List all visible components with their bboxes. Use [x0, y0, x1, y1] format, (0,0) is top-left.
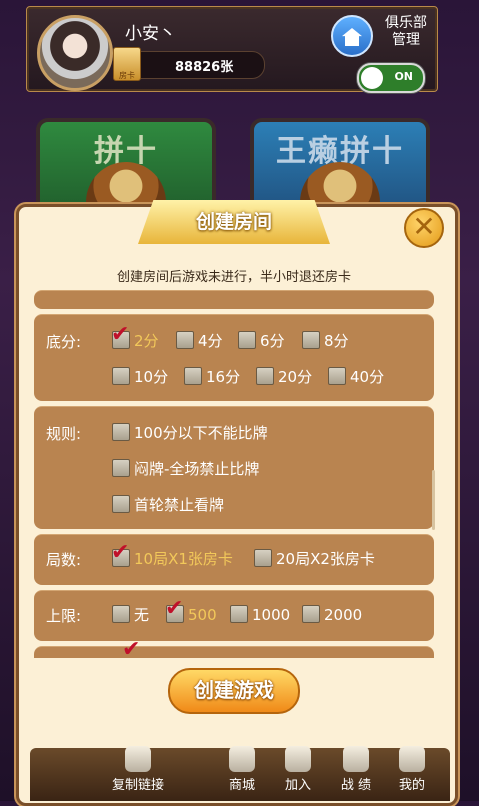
panel-partial-top	[34, 290, 434, 309]
nav-profile[interactable]: 我的	[392, 746, 432, 793]
checkbox[interactable]	[112, 423, 130, 441]
option-rule-no-compare-under-100[interactable]: 100分以下不能比牌	[112, 423, 268, 443]
base-score-label: 底分:	[46, 333, 82, 351]
checkbox[interactable]	[302, 331, 320, 349]
rules-label: 规则:	[46, 425, 82, 443]
checkbox[interactable]	[230, 605, 248, 623]
checkbox[interactable]: ✔	[111, 324, 130, 349]
panel-rules: 规则: 100分以下不能比牌 闷牌-全场禁止比牌 首轮禁止看牌	[34, 406, 434, 529]
option-limit-500[interactable]: ✔ 500	[165, 598, 217, 625]
nav-shop[interactable]: 商城	[222, 746, 262, 793]
room-card-icon: 房卡	[113, 47, 141, 81]
room-card-count: 88826张	[175, 60, 234, 75]
option-score-8[interactable]: 8分	[302, 331, 349, 351]
check-icon: ✔	[111, 540, 130, 565]
user-header: 小安丶 房卡 88826张 俱乐部 管理 ON	[26, 6, 438, 93]
toggle-label: ON	[394, 70, 413, 83]
nav-join[interactable]: 加入	[278, 746, 318, 793]
checkbox[interactable]	[184, 367, 202, 385]
copy-link-icon	[125, 746, 151, 772]
checkbox[interactable]	[254, 549, 272, 567]
options-scroll-area[interactable]: 底分: ✔ 2分 4分 6分 8分 10分 16分 20分 40分 规则: 100…	[34, 290, 434, 658]
check-icon: ✔	[165, 596, 184, 621]
option-limit-2000[interactable]: 2000	[302, 605, 362, 625]
checkbox[interactable]	[176, 331, 194, 349]
option-rounds-10[interactable]: ✔ 10局X1张房卡	[111, 542, 233, 569]
option-rule-first-round-no-look[interactable]: 首轮禁止看牌	[112, 495, 224, 515]
checkbox[interactable]	[112, 605, 130, 623]
close-icon: ✕	[412, 210, 436, 243]
username: 小安丶	[125, 24, 176, 44]
nav-copy-link[interactable]: 复制链接	[106, 746, 170, 793]
option-score-2[interactable]: ✔ 2分	[111, 324, 159, 351]
panel-rounds: 局数: ✔ 10局X1张房卡 20局X2张房卡	[34, 534, 434, 585]
profile-icon	[399, 746, 425, 772]
panel-partial-bottom: ✔	[34, 639, 434, 658]
toggle-switch[interactable]: ON	[357, 63, 425, 93]
option-score-40[interactable]: 40分	[328, 367, 384, 387]
scrollbar[interactable]	[432, 470, 435, 530]
rounds-label: 局数:	[46, 551, 82, 569]
check-icon: ✔	[111, 322, 130, 347]
checkbox[interactable]	[112, 367, 130, 385]
checkbox[interactable]: ✔	[111, 542, 130, 567]
checkbox[interactable]: ✔	[165, 598, 184, 623]
option-score-16[interactable]: 16分	[184, 367, 240, 387]
option-limit-1000[interactable]: 1000	[230, 605, 290, 625]
nav-records[interactable]: 战 绩	[334, 746, 378, 793]
trophy-icon	[343, 746, 369, 772]
option-rounds-20[interactable]: 20局X2张房卡	[254, 549, 375, 569]
dialog-title: 创建房间	[138, 200, 330, 244]
join-icon	[285, 746, 311, 772]
checkbox[interactable]	[256, 367, 274, 385]
checkbox[interactable]	[112, 495, 130, 513]
panel-base-score: 底分: ✔ 2分 4分 6分 8分 10分 16分 20分 40分	[34, 314, 434, 401]
option-rule-blind-no-compare[interactable]: 闷牌-全场禁止比牌	[112, 459, 259, 479]
checkbox[interactable]	[328, 367, 346, 385]
checkbox[interactable]	[302, 605, 320, 623]
club-house-icon[interactable]	[331, 15, 373, 57]
option-score-6[interactable]: 6分	[238, 331, 285, 351]
avatar[interactable]	[37, 15, 113, 91]
option-limit-none[interactable]: 无	[112, 605, 149, 625]
create-game-button[interactable]: 创建游戏	[168, 668, 300, 714]
option-score-4[interactable]: 4分	[176, 331, 223, 351]
dialog-notice: 创建房间后游戏未进行，半小时退还房卡	[116, 270, 351, 285]
close-button[interactable]: ✕	[404, 208, 444, 248]
limit-label: 上限:	[46, 607, 82, 625]
toggle-knob	[361, 67, 383, 89]
cart-icon	[229, 746, 255, 772]
check-icon: ✔	[122, 637, 141, 659]
option-score-10[interactable]: 10分	[112, 367, 168, 387]
club-manage-label[interactable]: 俱乐部 管理	[379, 15, 433, 49]
panel-limit: 上限: 无 ✔ 500 1000 2000	[34, 590, 434, 641]
option-score-20[interactable]: 20分	[256, 367, 312, 387]
checkbox[interactable]	[112, 459, 130, 477]
checkbox[interactable]	[238, 331, 256, 349]
